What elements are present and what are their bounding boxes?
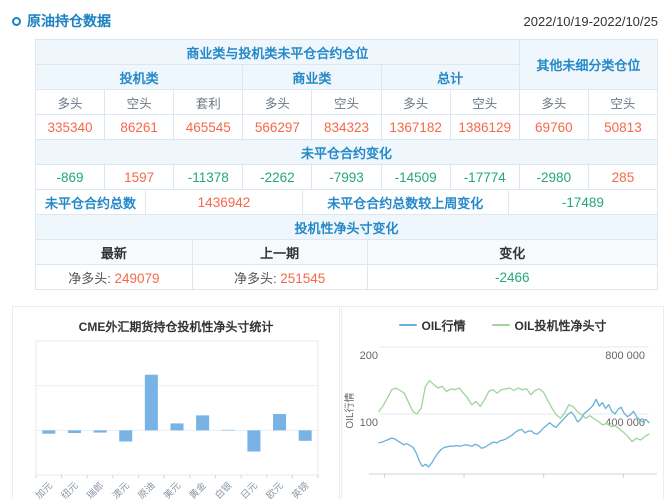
position-value: 566297 bbox=[243, 115, 312, 140]
net-position-table: 投机性净头寸变化 最新 上一期 变化 净多头: 249079 净多头: 2515… bbox=[35, 214, 658, 290]
change-value: -14509 bbox=[381, 165, 450, 190]
net-banner: 投机性净头寸变化 bbox=[36, 215, 658, 240]
svg-text:800 000: 800 000 bbox=[605, 350, 645, 362]
net-change-value: -2466 bbox=[367, 265, 657, 290]
svg-text:100: 100 bbox=[360, 417, 378, 429]
svg-text:英镑: 英镑 bbox=[289, 480, 311, 499]
col-header: 空头 bbox=[105, 90, 174, 115]
net-latest-value: 249079 bbox=[114, 271, 159, 286]
svg-text:美元: 美元 bbox=[161, 479, 183, 499]
svg-text:白银: 白银 bbox=[212, 479, 234, 499]
group-header-total: 总计 bbox=[381, 65, 519, 90]
banner-side: 其他未细分类仓位 bbox=[519, 40, 657, 90]
total-label: 未平仓合约总数 bbox=[36, 190, 146, 215]
group-header-commercial: 商业类 bbox=[243, 65, 381, 90]
legend-item-oil-price[interactable]: OIL行情 bbox=[399, 317, 466, 334]
svg-text:日元: 日元 bbox=[239, 480, 261, 499]
svg-text:黄金: 黄金 bbox=[187, 479, 209, 499]
change-value: -7993 bbox=[312, 165, 381, 190]
total-value: 1436942 bbox=[146, 190, 303, 215]
change-value: -17774 bbox=[450, 165, 519, 190]
svg-text:OIL行情: OIL行情 bbox=[343, 392, 356, 428]
legend-item-oil-net-position[interactable]: OIL投机性净头寸 bbox=[492, 317, 607, 334]
position-value: 86261 bbox=[105, 115, 174, 140]
svg-text:200: 200 bbox=[360, 350, 378, 362]
svg-text:原油: 原油 bbox=[136, 480, 158, 499]
bar-chart-title: CME外汇期货持仓投机性净头寸统计 bbox=[13, 307, 339, 337]
change-value: -2980 bbox=[519, 165, 588, 190]
position-value: 465545 bbox=[174, 115, 243, 140]
oil-line-chart-panel: OIL行情 OIL投机性净头寸 200100800 000400 000OIL行… bbox=[341, 306, 664, 499]
svg-text:澳元: 澳元 bbox=[110, 479, 132, 499]
legend-label: OIL投机性净头寸 bbox=[515, 317, 607, 334]
oil-line-chart-svg: 200100800 000400 000OIL行情 bbox=[342, 335, 663, 499]
legend-line-icon bbox=[399, 324, 417, 326]
change-value: -2262 bbox=[243, 165, 312, 190]
svg-text:欧元: 欧元 bbox=[264, 479, 286, 499]
group-header-speculative: 投机类 bbox=[36, 65, 243, 90]
change-banner: 未平仓合约变化 bbox=[36, 140, 658, 165]
circle-bullet-icon bbox=[12, 17, 21, 26]
svg-text:加元: 加元 bbox=[34, 480, 56, 499]
net-previous-label: 净多头: bbox=[234, 271, 277, 286]
col-header: 多头 bbox=[519, 90, 588, 115]
svg-text:瑞郎: 瑞郎 bbox=[84, 480, 106, 499]
position-value: 1386129 bbox=[450, 115, 519, 140]
page-header: 原油持仓数据 2022/10/19-2022/10/25 bbox=[0, 0, 672, 39]
page-title: 原油持仓数据 bbox=[27, 11, 111, 31]
net-previous-value: 251545 bbox=[280, 271, 325, 286]
net-header-latest: 最新 bbox=[36, 240, 193, 265]
col-header: 空头 bbox=[450, 90, 519, 115]
legend-label: OIL行情 bbox=[422, 317, 466, 334]
col-header: 多头 bbox=[381, 90, 450, 115]
col-header: 空头 bbox=[312, 90, 381, 115]
banner-main: 商业类与投机类未平仓合约仓位 bbox=[36, 40, 520, 65]
positions-table: 商业类与投机类未平仓合约仓位 其他未细分类仓位 投机类 商业类 总计 多头 空头… bbox=[35, 39, 658, 190]
position-value: 1367182 bbox=[381, 115, 450, 140]
col-header: 多头 bbox=[36, 90, 105, 115]
change-value: 1597 bbox=[105, 165, 174, 190]
col-header: 多头 bbox=[243, 90, 312, 115]
charts-row: CME外汇期货持仓投机性净头寸统计 加元纽元瑞郎澳元原油美元黄金白银日元欧元英镑… bbox=[12, 306, 664, 499]
position-value: 69760 bbox=[519, 115, 588, 140]
fx-bar-chart-svg: 加元纽元瑞郎澳元原油美元黄金白银日元欧元英镑 bbox=[13, 337, 339, 499]
total-change-value: -17489 bbox=[508, 190, 657, 215]
fx-net-position-bar-chart-panel: CME外汇期货持仓投机性净头寸统计 加元纽元瑞郎澳元原油美元黄金白银日元欧元英镑 bbox=[12, 306, 340, 499]
net-header-change: 变化 bbox=[367, 240, 657, 265]
net-previous-cell: 净多头: 251545 bbox=[192, 265, 367, 290]
change-value: 285 bbox=[588, 165, 657, 190]
positions-table-wrap: 商业类与投机类未平仓合约仓位 其他未细分类仓位 投机类 商业类 总计 多头 空头… bbox=[35, 39, 658, 290]
line-chart-legend: OIL行情 OIL投机性净头寸 bbox=[342, 307, 663, 335]
change-value: -869 bbox=[36, 165, 105, 190]
change-value: -11378 bbox=[174, 165, 243, 190]
col-header: 套利 bbox=[174, 90, 243, 115]
position-value: 335340 bbox=[36, 115, 105, 140]
date-range: 2022/10/19-2022/10/25 bbox=[524, 14, 658, 29]
svg-text:纽元: 纽元 bbox=[59, 479, 81, 499]
position-value: 834323 bbox=[312, 115, 381, 140]
net-latest-label: 净多头: bbox=[68, 271, 111, 286]
totals-table: 未平仓合约总数 1436942 未平仓合约总数较上周变化 -17489 bbox=[35, 189, 658, 215]
legend-line-icon bbox=[492, 324, 510, 326]
net-header-previous: 上一期 bbox=[192, 240, 367, 265]
net-latest-cell: 净多头: 249079 bbox=[36, 265, 193, 290]
position-value: 50813 bbox=[588, 115, 657, 140]
total-change-label: 未平仓合约总数较上周变化 bbox=[302, 190, 508, 215]
title-wrap: 原油持仓数据 bbox=[12, 11, 111, 31]
col-header: 空头 bbox=[588, 90, 657, 115]
